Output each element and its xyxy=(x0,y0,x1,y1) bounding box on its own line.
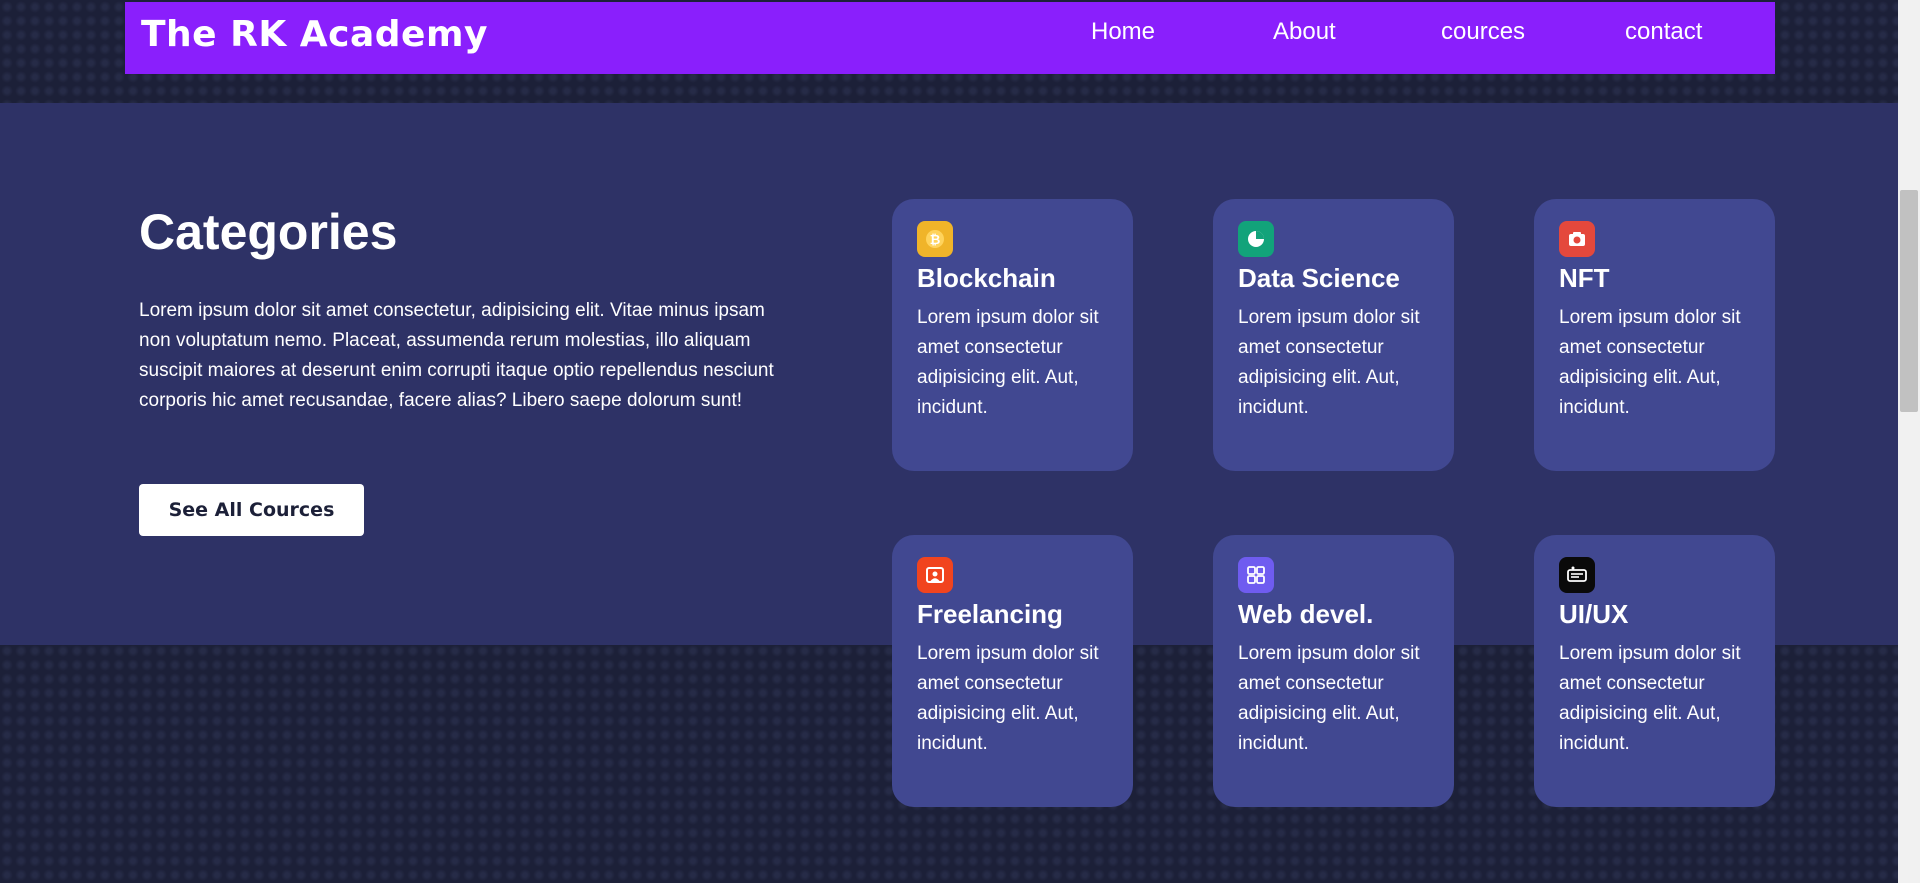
nav-link-cources[interactable]: cources xyxy=(1441,18,1525,46)
card-title: Data Science xyxy=(1238,263,1400,293)
nav-link-contact[interactable]: contact xyxy=(1625,18,1702,46)
page: The RK Academy Home About cources contac… xyxy=(0,0,1898,883)
category-card-freelancing[interactable]: Freelancing Lorem ipsum dolor sit amet c… xyxy=(892,535,1133,807)
card-text: Lorem ipsum dolor sit amet consectetur a… xyxy=(1238,307,1420,418)
id-card-icon xyxy=(1559,557,1595,593)
camera-icon xyxy=(1559,221,1595,257)
vertical-scrollbar[interactable] xyxy=(1898,0,1920,883)
card-title: Web devel. xyxy=(1238,599,1374,629)
card-text: Lorem ipsum dolor sit amet consectetur a… xyxy=(1559,643,1741,754)
category-card-web-devel[interactable]: Web devel. Lorem ipsum dolor sit amet co… xyxy=(1213,535,1454,807)
scrollbar-thumb[interactable] xyxy=(1900,190,1918,412)
layout-grid-icon xyxy=(1238,557,1274,593)
presentation-icon xyxy=(917,557,953,593)
card-text: Lorem ipsum dolor sit amet consectetur a… xyxy=(1238,643,1420,754)
card-title: Freelancing xyxy=(917,599,1063,629)
navbar: The RK Academy Home About cources contac… xyxy=(125,2,1775,74)
categories-title: Categories xyxy=(139,204,398,260)
categories-description: Lorem ipsum dolor sit amet consectetur, … xyxy=(139,300,774,411)
card-title: Blockchain xyxy=(917,263,1056,293)
card-text: Lorem ipsum dolor sit amet consectetur a… xyxy=(917,307,1099,418)
site-logo[interactable]: The RK Academy xyxy=(141,14,488,55)
nav-link-home[interactable]: Home xyxy=(1091,18,1155,46)
svg-text:₿: ₿ xyxy=(930,233,941,248)
category-card-ui-ux[interactable]: UI/UX Lorem ipsum dolor sit amet consect… xyxy=(1534,535,1775,807)
bitcoin-icon: ₿ xyxy=(917,221,953,257)
category-card-blockchain[interactable]: ₿ Blockchain Lorem ipsum dolor sit amet … xyxy=(892,199,1133,471)
nav-link-about[interactable]: About xyxy=(1273,18,1336,46)
card-title: NFT xyxy=(1559,263,1610,293)
see-all-cources-button[interactable]: See All Cources xyxy=(139,484,364,536)
card-text: Lorem ipsum dolor sit amet consectetur a… xyxy=(917,643,1099,754)
card-title: UI/UX xyxy=(1559,599,1629,629)
category-card-data-science[interactable]: Data Science Lorem ipsum dolor sit amet … xyxy=(1213,199,1454,471)
pie-chart-icon xyxy=(1238,221,1274,257)
card-text: Lorem ipsum dolor sit amet consectetur a… xyxy=(1559,307,1741,418)
category-card-nft[interactable]: NFT Lorem ipsum dolor sit amet consectet… xyxy=(1534,199,1775,471)
